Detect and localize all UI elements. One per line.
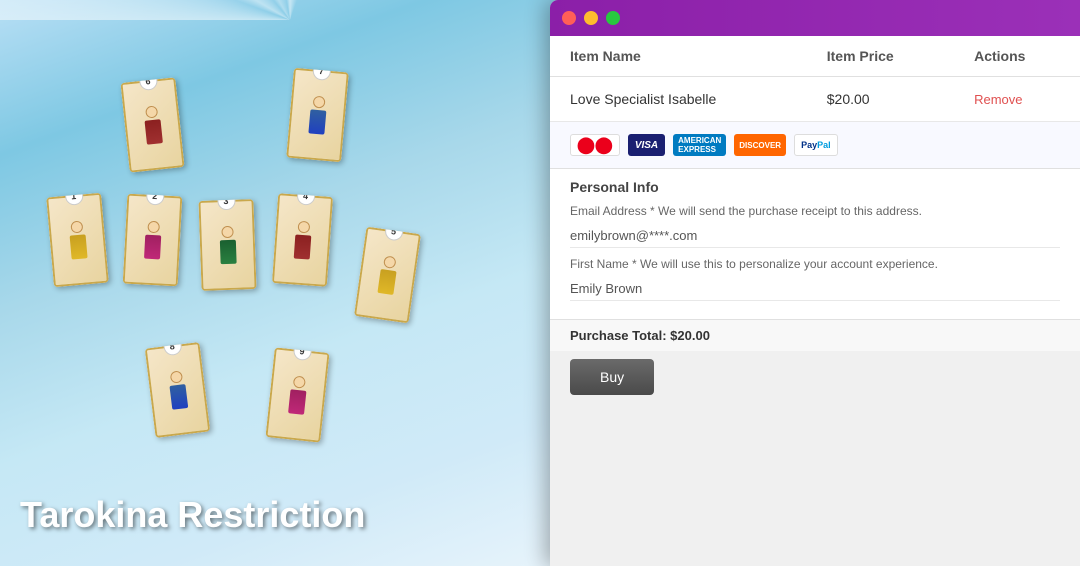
tarot-card-8: 8: [145, 342, 211, 438]
tarot-card-1: 1: [46, 193, 109, 287]
discover-icon: DISCOVER: [734, 134, 786, 156]
cart-item-actions: Remove: [954, 77, 1080, 122]
page-title: Tarokina Restriction: [20, 494, 365, 536]
window-close-button[interactable]: [562, 11, 576, 25]
tarot-card-3: 3: [198, 199, 256, 291]
col-header-item: Item Name: [550, 36, 807, 77]
tarot-card-6: 6: [120, 77, 184, 172]
personal-info-title: Personal Info: [570, 179, 1060, 195]
checkout-panel: Item Name Item Price Actions Love Specia…: [550, 0, 1080, 566]
tarot-card-7: 7: [286, 68, 349, 162]
personal-info-section: Personal Info Email Address * We will se…: [550, 169, 1080, 319]
email-field-value: emilybrown@****.com: [570, 224, 1060, 248]
buy-button[interactable]: Buy: [570, 359, 654, 395]
tarot-card-4: 4: [272, 193, 333, 287]
tarot-card-2: 2: [123, 194, 183, 287]
amex-icon: AMERICANEXPRESS: [673, 134, 726, 156]
visa-icon: VISA: [628, 134, 665, 156]
col-header-actions: Actions: [954, 36, 1080, 77]
purchase-total: Purchase Total: $20.00: [550, 319, 1080, 351]
left-background: 6 7 1 2: [0, 0, 580, 566]
window-maximize-button[interactable]: [606, 11, 620, 25]
remove-item-button[interactable]: Remove: [974, 92, 1022, 107]
window-minimize-button[interactable]: [584, 11, 598, 25]
firstname-field-value: Emily Brown: [570, 277, 1060, 301]
cart-row: Love Specialist Isabelle $20.00 Remove: [550, 77, 1080, 122]
firstname-field-label: First Name * We will use this to persona…: [570, 256, 1060, 273]
tarot-card-9: 9: [265, 347, 329, 442]
email-field-label: Email Address * We will send the purchas…: [570, 203, 1060, 220]
col-header-price: Item Price: [807, 36, 954, 77]
paypal-icon: PayPal: [794, 134, 838, 156]
cart-table: Item Name Item Price Actions Love Specia…: [550, 36, 1080, 122]
window-titlebar: [550, 0, 1080, 36]
cart-item-price: $20.00: [807, 77, 954, 122]
mastercard-icon: ⬤⬤: [570, 134, 620, 156]
cart-table-container: Item Name Item Price Actions Love Specia…: [550, 36, 1080, 122]
payment-icons-row: ⬤⬤ VISA AMERICANEXPRESS DISCOVER PayPal: [550, 122, 1080, 169]
cart-item-name: Love Specialist Isabelle: [550, 77, 807, 122]
